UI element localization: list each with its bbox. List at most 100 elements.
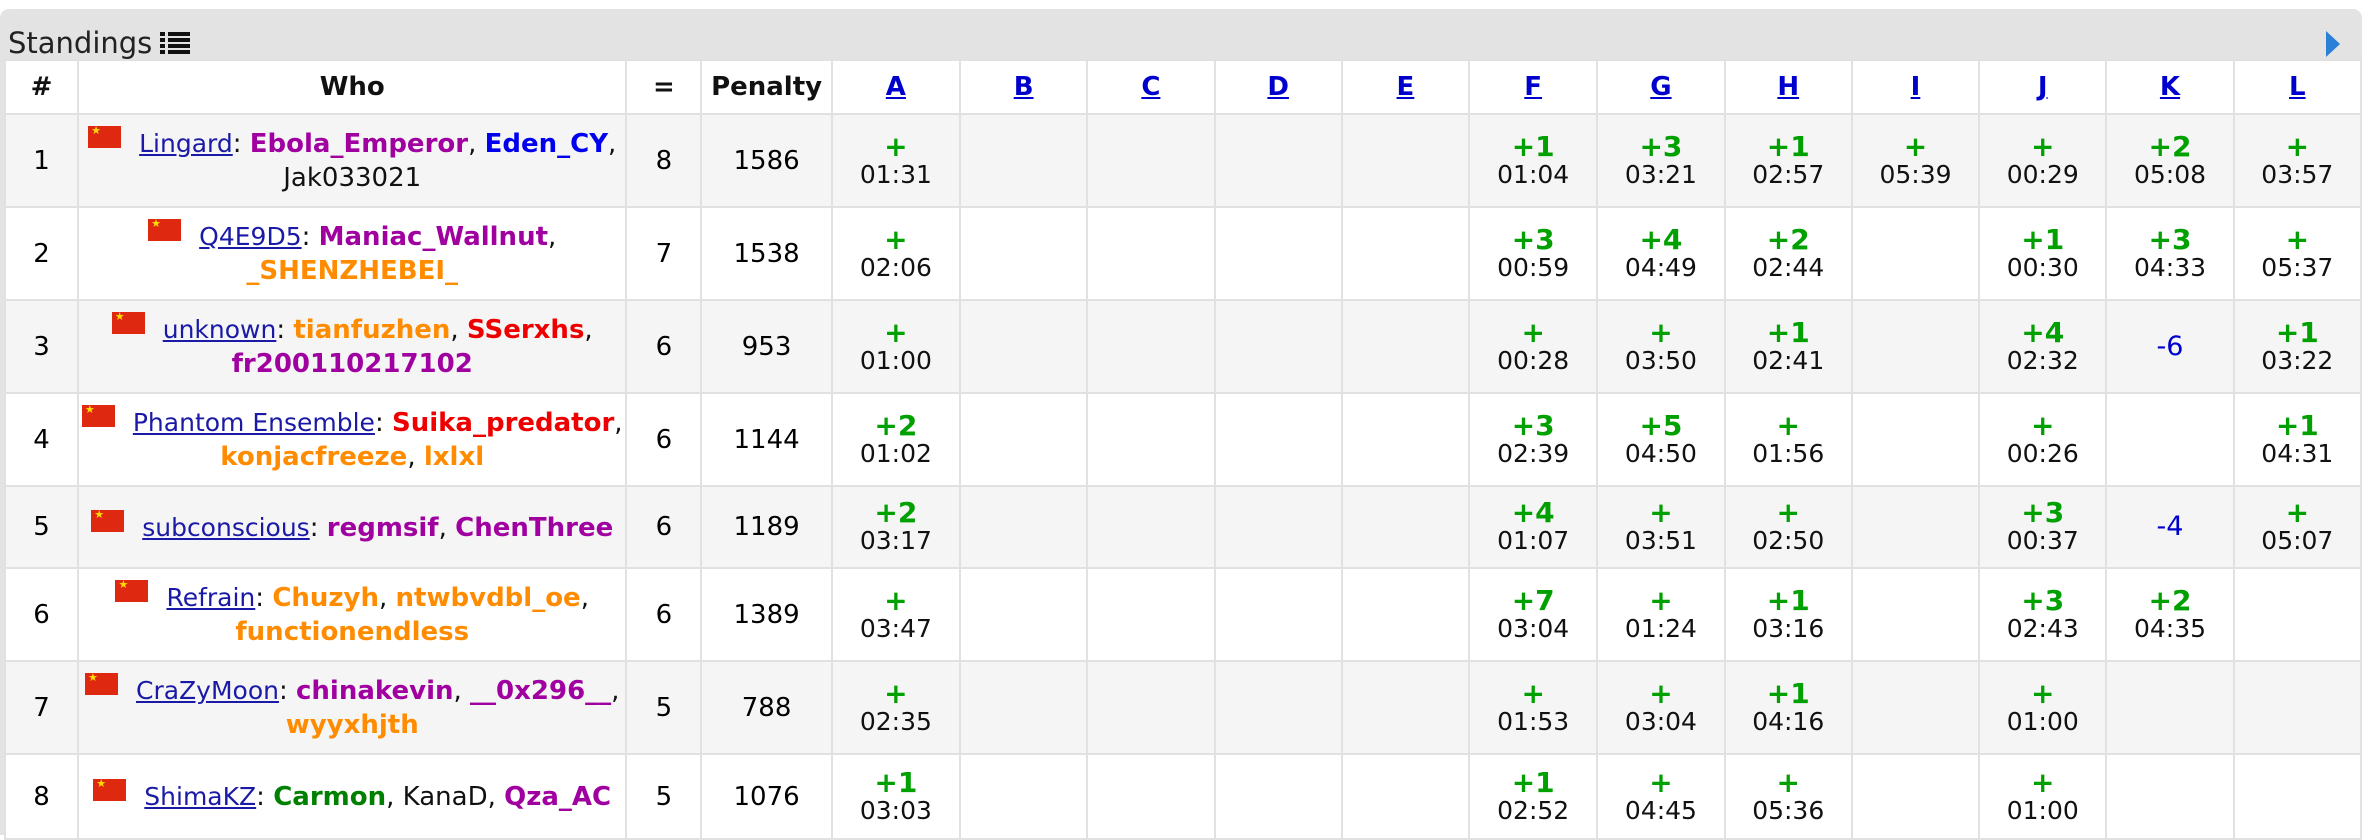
problem-link-c[interactable]: C	[1141, 72, 1160, 102]
problem-cell-k[interactable]: -4	[2105, 485, 2235, 569]
member-link[interactable]: ChenThree	[455, 513, 613, 543]
list-icon[interactable]	[160, 31, 191, 55]
problem-cell-l[interactable]: +1 04:31	[2232, 392, 2363, 487]
table-row[interactable]: 3unknown: tianfuzhen, SSerxhs, fr2001102…	[3, 299, 2363, 394]
problem-cell-a[interactable]: +02:35	[830, 660, 961, 755]
problem-link-g[interactable]: G	[1650, 72, 1671, 102]
problem-cell-l[interactable]: +03:57	[2232, 113, 2363, 208]
problem-cell-l[interactable]: +1 03:22	[2232, 299, 2363, 394]
problem-cell-j[interactable]: +3 02:43	[1978, 567, 2108, 662]
problem-cell-a[interactable]: +03:47	[830, 567, 961, 662]
problem-link-l[interactable]: L	[2289, 72, 2306, 102]
member-link[interactable]: _SHENZHEBEI_	[246, 256, 458, 286]
member-link[interactable]: chinakevin	[296, 676, 454, 706]
problem-cell-h[interactable]: +1 04:16	[1723, 660, 1853, 755]
team-link[interactable]: Lingard	[139, 129, 233, 158]
member-link[interactable]: konjacfreeze	[220, 442, 407, 472]
problem-cell-g[interactable]: +03:51	[1596, 485, 1726, 569]
member-link[interactable]: SSerxhs	[467, 315, 585, 345]
problem-cell-f[interactable]: +00:28	[1468, 299, 1599, 394]
problem-cell-f[interactable]: +4 01:07	[1468, 485, 1599, 569]
member-link[interactable]: tianfuzhen	[293, 315, 450, 345]
problem-cell-j[interactable]: +00:26	[1978, 392, 2108, 487]
problem-link-k[interactable]: K	[2160, 72, 2180, 102]
problem-cell-f[interactable]: +01:53	[1468, 660, 1599, 755]
member-link[interactable]: Suika_predator	[392, 408, 614, 438]
problem-cell-a[interactable]: +2 03:17	[830, 485, 961, 569]
member-link[interactable]: ntwbvdbl_oe	[396, 583, 581, 613]
team-link[interactable]: Q4E9D5	[199, 222, 301, 251]
problem-cell-h[interactable]: +1 02:57	[1723, 113, 1853, 208]
problem-cell-k[interactable]: +2 05:08	[2105, 113, 2235, 208]
member-link[interactable]: Jak033021	[283, 163, 421, 193]
problem-cell-k[interactable]: -6	[2105, 299, 2235, 394]
problem-cell-j[interactable]: +00:29	[1978, 113, 2108, 208]
member-link[interactable]: wyyxhjth	[286, 710, 419, 740]
problem-cell-h[interactable]: +01:56	[1723, 392, 1853, 487]
problem-cell-j[interactable]: +3 00:37	[1978, 485, 2108, 569]
team-link[interactable]: unknown	[163, 315, 277, 344]
table-row[interactable]: 4Phantom Ensemble: Suika_predator, konja…	[3, 392, 2363, 487]
member-link[interactable]: fr200110217102	[232, 349, 473, 379]
problem-cell-h[interactable]: +2 02:44	[1723, 206, 1853, 301]
problem-cell-f[interactable]: +3 00:59	[1468, 206, 1599, 301]
problem-cell-g[interactable]: +4 04:49	[1596, 206, 1726, 301]
problem-cell-j[interactable]: +01:00	[1978, 753, 2108, 840]
problem-cell-f[interactable]: +7 03:04	[1468, 567, 1599, 662]
member-link[interactable]: lxlxl	[424, 442, 484, 472]
problem-cell-j[interactable]: +1 00:30	[1978, 206, 2108, 301]
problem-cell-f[interactable]: +1 01:04	[1468, 113, 1599, 208]
member-link[interactable]: Qza_AC	[504, 782, 611, 812]
problem-cell-a[interactable]: +1 03:03	[830, 753, 961, 840]
team-link[interactable]: Refrain	[166, 583, 255, 612]
member-link[interactable]: Eden_CY	[485, 129, 608, 159]
member-link[interactable]: Chuzyh	[272, 583, 379, 613]
problem-cell-g[interactable]: +04:45	[1596, 753, 1726, 840]
table-row[interactable]: 6Refrain: Chuzyh, ntwbvdbl_oe, functione…	[3, 567, 2363, 662]
member-link[interactable]: Maniac_Wallnut	[319, 222, 548, 252]
member-link[interactable]: Carmon	[273, 782, 386, 812]
member-link[interactable]: KanaD	[403, 782, 488, 812]
team-link[interactable]: Phantom Ensemble	[133, 408, 375, 437]
problem-cell-j[interactable]: +4 02:32	[1978, 299, 2108, 394]
team-link[interactable]: subconscious	[142, 513, 310, 542]
table-row[interactable]: 2Q4E9D5: Maniac_Wallnut, _SHENZHEBEI_715…	[3, 206, 2363, 301]
problem-link-a[interactable]: A	[886, 72, 906, 102]
table-row[interactable]: 8ShimaKZ: Carmon, KanaD, Qza_AC51076+103…	[3, 753, 2363, 840]
problem-cell-h[interactable]: +1 03:16	[1723, 567, 1853, 662]
team-link[interactable]: ShimaKZ	[144, 782, 256, 811]
team-link[interactable]: CraZyMoon	[136, 676, 279, 705]
member-link[interactable]: Ebola_Emperor	[250, 129, 468, 159]
problem-cell-i[interactable]: +05:39	[1850, 113, 1981, 208]
problem-cell-g[interactable]: +3 03:21	[1596, 113, 1726, 208]
problem-cell-a[interactable]: +01:31	[830, 113, 961, 208]
member-link[interactable]: functionendless	[235, 617, 469, 647]
problem-link-h[interactable]: H	[1777, 72, 1799, 102]
problem-cell-j[interactable]: +01:00	[1978, 660, 2108, 755]
problem-cell-k[interactable]: +2 04:35	[2105, 567, 2235, 662]
problem-cell-h[interactable]: +1 02:41	[1723, 299, 1853, 394]
play-arrow-icon[interactable]	[2326, 31, 2340, 57]
problem-link-j[interactable]: J	[2038, 72, 2048, 102]
problem-cell-h[interactable]: +02:50	[1723, 485, 1853, 569]
problem-cell-a[interactable]: +02:06	[830, 206, 961, 301]
problem-link-i[interactable]: I	[1911, 72, 1921, 102]
problem-cell-f[interactable]: +3 02:39	[1468, 392, 1599, 487]
problem-cell-g[interactable]: +5 04:50	[1596, 392, 1726, 487]
table-row[interactable]: 5subconscious: regmsif, ChenThree61189+2…	[3, 485, 2363, 569]
problem-cell-h[interactable]: +05:36	[1723, 753, 1853, 840]
problem-link-f[interactable]: F	[1524, 72, 1542, 102]
problem-cell-a[interactable]: +2 01:02	[830, 392, 961, 487]
problem-cell-g[interactable]: +03:04	[1596, 660, 1726, 755]
problem-link-b[interactable]: B	[1014, 72, 1034, 102]
problem-cell-f[interactable]: +1 02:52	[1468, 753, 1599, 840]
problem-cell-l[interactable]: +05:07	[2232, 485, 2363, 569]
problem-cell-g[interactable]: +03:50	[1596, 299, 1726, 394]
problem-link-d[interactable]: D	[1267, 72, 1289, 102]
problem-cell-a[interactable]: +01:00	[830, 299, 961, 394]
problem-cell-l[interactable]: +05:37	[2232, 206, 2363, 301]
problem-cell-g[interactable]: +01:24	[1596, 567, 1726, 662]
table-row[interactable]: 7CraZyMoon: chinakevin, __0x296__, wyyxh…	[3, 660, 2363, 755]
problem-cell-k[interactable]: +3 04:33	[2105, 206, 2235, 301]
member-link[interactable]: regmsif	[327, 513, 439, 543]
